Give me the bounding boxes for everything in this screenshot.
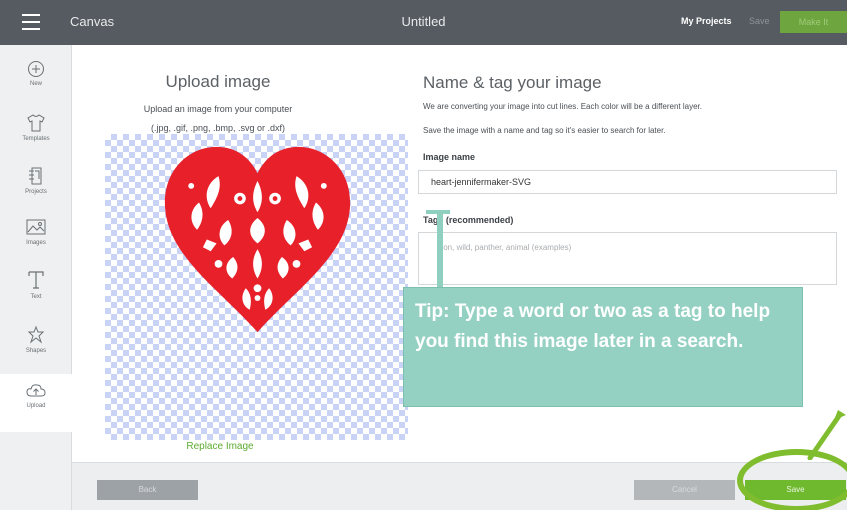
sidebar: New Templates Projects Images Text Shape…	[0, 45, 72, 510]
sidebar-item-label: Templates	[22, 136, 50, 142]
top-save-button[interactable]: Save	[749, 16, 770, 26]
image-icon	[26, 219, 46, 235]
make-it-button[interactable]: Make It	[780, 11, 847, 33]
sidebar-item-label: New	[29, 81, 42, 87]
image-preview	[105, 134, 408, 440]
shirt-icon	[27, 114, 45, 132]
tip-callout: Tip: Type a word or two as a tag to help…	[403, 287, 803, 407]
save-button[interactable]: Save	[745, 480, 846, 500]
heart-image	[164, 146, 351, 333]
sidebar-item-images[interactable]: Images	[0, 217, 72, 271]
pointer-arrow-icon	[807, 410, 846, 460]
projects-icon	[29, 167, 42, 185]
sidebar-item-label: Images	[26, 240, 46, 246]
upload-title: Upload image	[165, 72, 271, 91]
cancel-button[interactable]: Cancel	[634, 480, 735, 500]
sidebar-item-label: Text	[30, 294, 42, 300]
upload-cloud-icon	[26, 384, 46, 397]
sidebar-item-templates[interactable]: Templates	[0, 113, 72, 167]
sidebar-item-shapes[interactable]: Shapes	[0, 325, 72, 379]
plus-circle-icon	[28, 61, 44, 77]
sidebar-item-text[interactable]: Text	[0, 269, 72, 323]
name-tag-title: Name & tag your image	[423, 73, 602, 92]
text-icon	[28, 271, 44, 289]
sidebar-item-label: Upload	[26, 403, 46, 409]
top-bar: Canvas Untitled My Projects Save Make It	[0, 0, 847, 45]
upload-subtitle: Upload an image from your computer (.jpg…	[105, 100, 331, 138]
tags-input[interactable]	[418, 232, 837, 285]
name-tag-description-1: We are converting your image into cut li…	[423, 102, 702, 111]
sidebar-item-label: Shapes	[25, 348, 47, 354]
sidebar-item-upload[interactable]: Upload	[0, 374, 72, 432]
sidebar-item-new[interactable]: New	[0, 60, 72, 114]
shapes-icon	[27, 325, 45, 344]
image-name-label: Image name	[423, 152, 476, 162]
sidebar-item-projects[interactable]: Projects	[0, 166, 72, 220]
name-tag-description-2: Save the image with a name and tag so it…	[423, 126, 666, 135]
image-name-input[interactable]	[418, 170, 837, 194]
back-button[interactable]: Back	[97, 480, 198, 500]
upload-subtitle-line1: Upload an image from your computer	[143, 104, 293, 114]
my-projects-link[interactable]: My Projects	[681, 16, 732, 26]
tip-text: Tip: Type a word or two as a tag to help…	[415, 301, 771, 352]
sidebar-item-label: Projects	[25, 189, 47, 195]
callout-stem	[437, 212, 443, 288]
replace-image-link[interactable]: Replace Image	[170, 441, 270, 452]
